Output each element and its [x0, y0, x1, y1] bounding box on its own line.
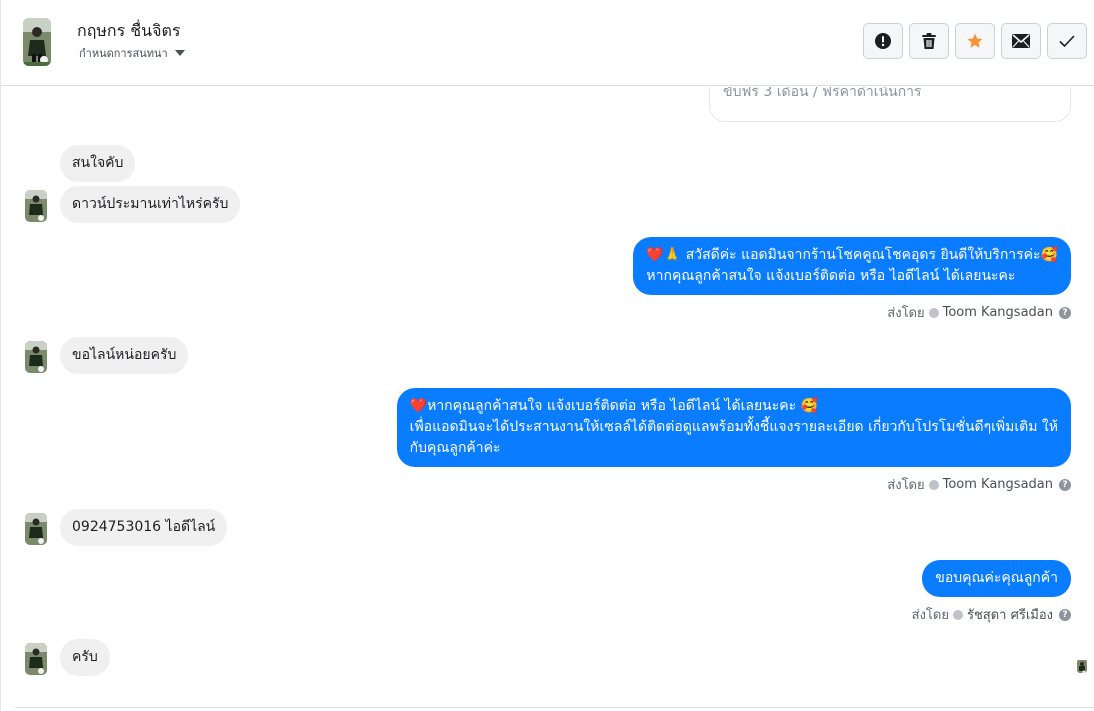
conversation-panel: กฤษกร ชื่นจิตร กำหนดการสนทนา ขับฟรี 3 เด… [0, 0, 1094, 711]
message-line: ขอบคุณค่ะคุณลูกค้า [935, 570, 1058, 586]
incoming-message[interactable]: ขอไลน์หน่อยครับ [60, 337, 189, 374]
conversation-header: กฤษกร ชื่นจิตร กำหนดการสนทนา [1, 0, 1094, 86]
agent-name[interactable]: Toom Kangsadan [943, 305, 1053, 320]
sent-by-info: ส่งโดย รัชสุดา ศรีเมือง ? [912, 604, 1071, 625]
help-icon[interactable]: ? [1059, 306, 1071, 319]
previous-message-card: ขับฟรี 3 เดือน / ฟรีค่าดำเนินการ [709, 87, 1071, 122]
incoming-message[interactable]: ครับ [60, 639, 110, 676]
mark-unread-button[interactable] [1001, 23, 1041, 59]
verified-icon [952, 609, 963, 620]
message-line: กับคุณลูกค้าค่ะ [409, 440, 501, 456]
message-line: ❤️🙏 สวัสดีค่ะ แอดมินจากร้านโชคคูณโชคอุดร… [646, 247, 1058, 263]
seen-indicator-avatar [1077, 659, 1087, 673]
agent-name[interactable]: Toom Kangsadan [943, 477, 1053, 492]
message-text: 0924753016 ไอดีไลน์ [72, 519, 216, 535]
star-button[interactable] [955, 23, 995, 59]
message-text: ครับ [72, 649, 98, 665]
verified-icon [928, 307, 939, 318]
incoming-message[interactable]: สนใจคับ [60, 145, 136, 182]
previous-card-text: ขับฟรี 3 เดือน / ฟรีค่าดำเนินการ [723, 87, 922, 100]
contact-avatar-small[interactable] [25, 341, 47, 373]
check-icon [1059, 35, 1075, 48]
header-actions [863, 23, 1087, 59]
composer-divider [15, 707, 1094, 711]
message-text: ขอไลน์หน่อยครับ [72, 347, 177, 363]
outgoing-message[interactable]: ❤️หากคุณลูกค้าสนใจ แจ้งเบอร์ติดต่อ หรือ … [396, 388, 1071, 467]
verified-icon [928, 479, 939, 490]
conversation-status-dropdown[interactable]: กำหนดการสนทนา [79, 44, 185, 62]
contact-avatar-small[interactable] [25, 513, 47, 545]
envelope-icon [1012, 34, 1030, 48]
trash-icon [922, 33, 936, 49]
sent-by-label: ส่งโดย [887, 478, 925, 493]
message-line: เพื่อแอดมินจะได้ประสานงานให้เซลล์ได้ติดต… [409, 419, 1058, 435]
delete-button[interactable] [909, 23, 949, 59]
help-icon[interactable]: ? [1059, 608, 1071, 621]
sent-by-label: ส่งโดย [911, 608, 949, 623]
contact-avatar-small[interactable] [25, 190, 47, 222]
done-button[interactable] [1047, 23, 1087, 59]
sent-by-info: ส่งโดย Toom Kangsadan ? [887, 474, 1071, 495]
contact-avatar[interactable] [23, 18, 51, 66]
incoming-message[interactable]: 0924753016 ไอดีไลน์ [60, 509, 228, 546]
contact-avatar-small[interactable] [25, 643, 47, 675]
help-icon[interactable]: ? [1059, 478, 1071, 491]
spam-button[interactable] [863, 23, 903, 59]
message-line: หากคุณลูกค้าสนใจ แจ้งเบอร์ติดต่อ หรือ ไอ… [646, 268, 1016, 284]
sent-by-label: ส่งโดย [887, 306, 925, 321]
exclamation-icon [875, 33, 891, 49]
star-icon [967, 33, 983, 48]
contact-name[interactable]: กฤษกร ชื่นจิตร [77, 19, 180, 44]
outgoing-message[interactable]: ❤️🙏 สวัสดีค่ะ แอดมินจากร้านโชคคูณโชคอุดร… [633, 237, 1071, 295]
incoming-message[interactable]: ดาวน์ประมานเท่าไหร่ครับ [60, 186, 241, 223]
conversation-status-label: กำหนดการสนทนา [79, 47, 168, 60]
message-line: ❤️หากคุณลูกค้าสนใจ แจ้งเบอร์ติดต่อ หรือ … [409, 398, 819, 414]
agent-name[interactable]: รัชสุดา ศรีเมือง [967, 604, 1053, 625]
message-thread[interactable]: ขับฟรี 3 เดือน / ฟรีค่าดำเนินการ สนใจคับ… [1, 87, 1094, 711]
message-text: ดาวน์ประมานเท่าไหร่ครับ [72, 196, 229, 212]
sent-by-info: ส่งโดย Toom Kangsadan ? [887, 302, 1071, 323]
message-text: สนใจคับ [72, 155, 124, 171]
caret-down-icon [174, 50, 185, 56]
outgoing-message[interactable]: ขอบคุณค่ะคุณลูกค้า [922, 560, 1071, 597]
